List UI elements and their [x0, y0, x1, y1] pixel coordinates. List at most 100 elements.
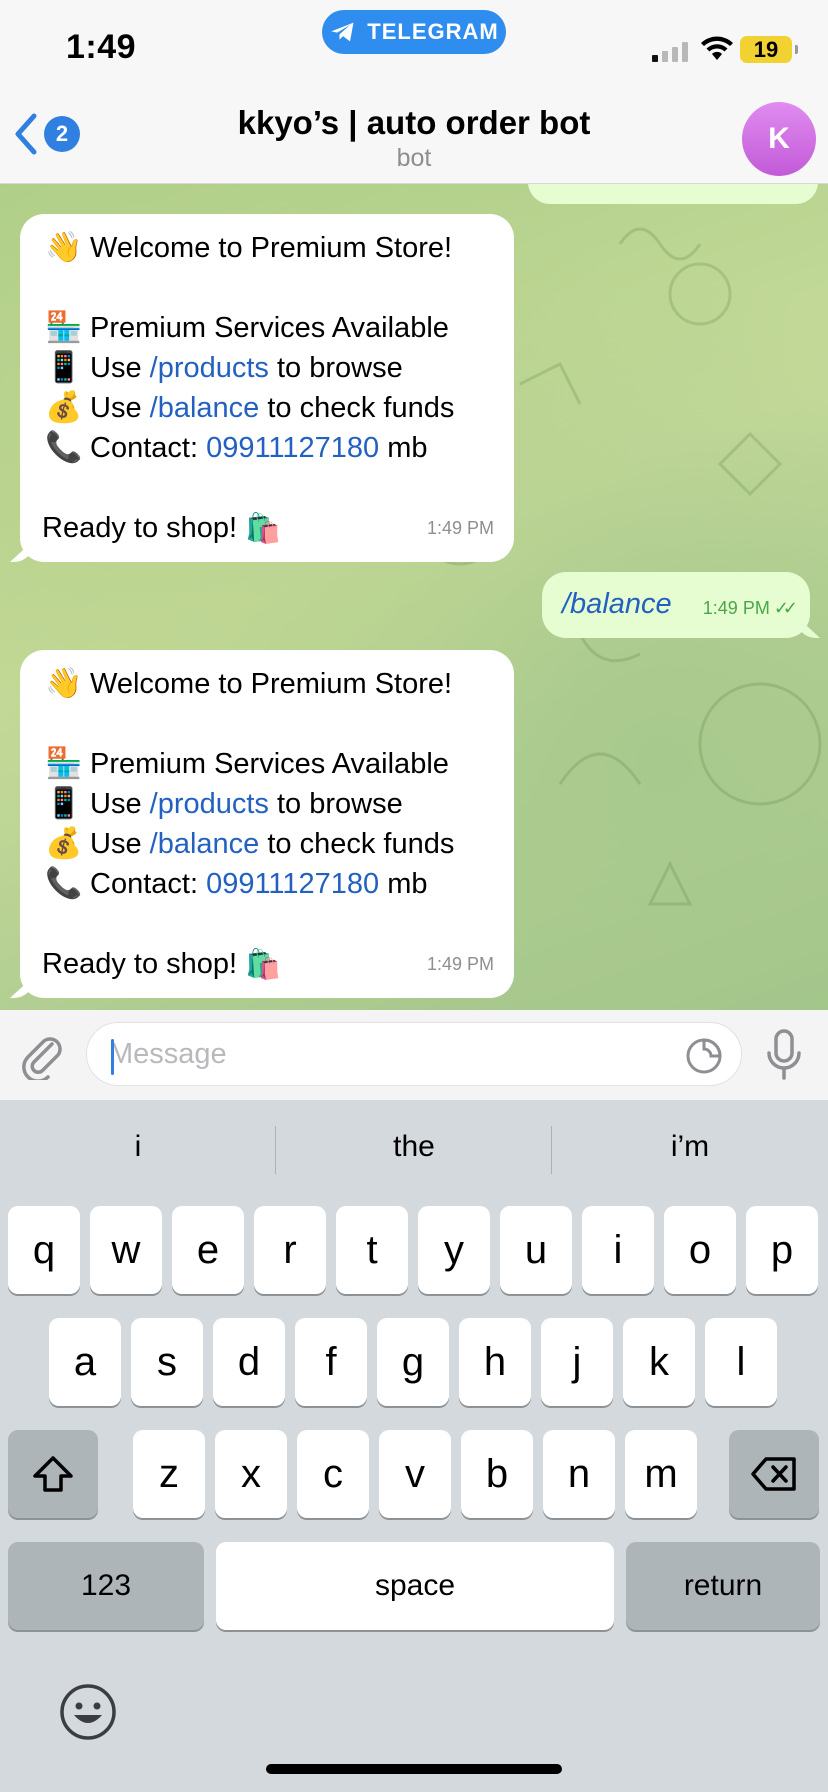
suggestion-bar: i the i’m [0, 1100, 828, 1200]
delete-key[interactable] [729, 1430, 819, 1518]
emoji-keyboard-icon[interactable] [58, 1682, 118, 1742]
message-line: 💰 Use /balance to check funds [42, 824, 492, 864]
message-field-container [86, 1022, 742, 1086]
line-emoji: 🏪 [45, 746, 83, 781]
incoming-message-bubble[interactable]: 👋 Welcome to Premium Store! 🏪 Premium Servi… [20, 650, 514, 998]
key-y[interactable]: y [418, 1206, 490, 1294]
shopping-bags-emoji: 🛍️ [245, 947, 282, 981]
key-w[interactable]: w [90, 1206, 162, 1294]
command-link[interactable]: /products [150, 784, 269, 824]
key-x[interactable]: x [215, 1430, 287, 1518]
key-z[interactable]: z [133, 1430, 205, 1518]
key-g[interactable]: g [377, 1318, 449, 1406]
message-time: 1:49 PM [426, 954, 494, 974]
paperclip-icon[interactable] [18, 1030, 66, 1080]
key-h[interactable]: h [459, 1318, 531, 1406]
key-q[interactable]: q [8, 1206, 80, 1294]
sticker-icon[interactable] [685, 1037, 723, 1075]
line-emoji: 💰 [45, 826, 83, 861]
message-text: Use [90, 828, 150, 860]
key-l[interactable]: l [705, 1318, 777, 1406]
message-input[interactable] [109, 1033, 669, 1075]
message-line: 📞 Contact: 09911127180 mb [42, 428, 492, 468]
message-text: to check funds [259, 828, 455, 860]
message-time: 1:49 PM [426, 518, 494, 538]
key-f[interactable]: f [295, 1318, 367, 1406]
suggestion-3[interactable]: i’m [552, 1130, 828, 1164]
key-p[interactable]: p [746, 1206, 818, 1294]
chat-header: 2 kkyo’s | auto order bot bot K [0, 90, 828, 184]
key-b[interactable]: b [461, 1430, 533, 1518]
message-line: 📞 Contact: 09911127180 mb [42, 864, 492, 904]
message-line: 👋 Welcome to Premium Store! [42, 664, 492, 704]
outgoing-message-bubble[interactable]: /balance 1:49 PM ✓✓ [542, 572, 810, 638]
chat-avatar[interactable]: K [742, 102, 816, 176]
shift-key[interactable] [8, 1430, 98, 1518]
command-link[interactable]: /balance [150, 824, 260, 864]
message-text: Ready to shop! [42, 512, 246, 544]
message-line: Ready to shop! 🛍️ [42, 944, 492, 984]
message-text: Contact: [90, 432, 207, 464]
message-text: to browse [268, 788, 403, 820]
key-j[interactable]: j [541, 1318, 613, 1406]
key-a[interactable]: a [49, 1318, 121, 1406]
message-line: 🏪 Premium Services Available [42, 744, 492, 784]
key-u[interactable]: u [500, 1206, 572, 1294]
chat-messages-area[interactable]: 👋 Welcome to Premium Store! 🏪 Premium Servi… [0, 184, 828, 1010]
key-m[interactable]: m [625, 1430, 697, 1518]
numbers-key[interactable]: 123 [8, 1542, 204, 1630]
line-emoji: 📞 [45, 866, 83, 901]
chat-subtitle: bot [396, 144, 432, 172]
line-emoji: 👋 [45, 666, 83, 701]
message-text: Use [90, 392, 150, 424]
key-d[interactable]: d [213, 1318, 285, 1406]
suggestion-2[interactable]: the [276, 1130, 552, 1164]
key-t[interactable]: t [336, 1206, 408, 1294]
suggestion-1[interactable]: i [0, 1130, 276, 1164]
on-screen-keyboard: i the i’m q w e r t y u i o p a s d f g h j k l z x c v b n m 123 s… [0, 1100, 828, 1792]
battery-icon: 19 [740, 36, 798, 63]
chat-title[interactable]: kkyo’s | auto order bot [0, 104, 828, 142]
incoming-message-bubble[interactable]: 👋 Welcome to Premium Store! 🏪 Premium Servi… [20, 214, 514, 562]
key-k[interactable]: k [623, 1318, 695, 1406]
message-line: 🏪 Premium Services Available [42, 308, 492, 348]
message-text: Premium Services Available [90, 312, 449, 344]
status-time: 1:49 [66, 28, 137, 66]
command-link[interactable]: 09911127180 [206, 428, 379, 468]
message-time-text: 1:49 PM [702, 598, 770, 618]
message-text: to browse [268, 352, 403, 384]
command-link[interactable]: /products [150, 348, 269, 388]
key-e[interactable]: e [172, 1206, 244, 1294]
key-s[interactable]: s [131, 1318, 203, 1406]
message-text: Ready to shop! [42, 948, 246, 980]
command-link[interactable]: /balance [150, 388, 260, 428]
status-bar: 1:49 TELEGRAM 19 [0, 0, 828, 90]
key-c[interactable]: c [297, 1430, 369, 1518]
key-v[interactable]: v [379, 1430, 451, 1518]
message-text: Use [90, 788, 150, 820]
message-line: 💰 Use /balance to check funds [42, 388, 492, 428]
message-text: Use [90, 352, 150, 384]
key-i[interactable]: i [582, 1206, 654, 1294]
return-to-app-pill[interactable]: TELEGRAM [322, 10, 506, 54]
key-o[interactable]: o [664, 1206, 736, 1294]
line-emoji: 👋 [45, 230, 83, 265]
command-link[interactable]: 09911127180 [206, 864, 379, 904]
microphone-icon[interactable] [764, 1028, 804, 1082]
key-r[interactable]: r [254, 1206, 326, 1294]
return-key[interactable]: return [626, 1542, 820, 1630]
message-input-bar [0, 1010, 828, 1100]
line-emoji: 💰 [45, 390, 83, 425]
shift-arrow-icon [33, 1456, 73, 1492]
message-text: to check funds [259, 392, 455, 424]
space-key[interactable]: space [216, 1542, 614, 1630]
key-n[interactable]: n [543, 1430, 615, 1518]
line-emoji: 📞 [45, 430, 83, 465]
message-text: mb [379, 432, 428, 464]
wifi-icon [701, 36, 733, 60]
message-text: Premium Services Available [90, 748, 449, 780]
backspace-icon [751, 1457, 796, 1491]
cellular-signal-icon [652, 40, 692, 62]
